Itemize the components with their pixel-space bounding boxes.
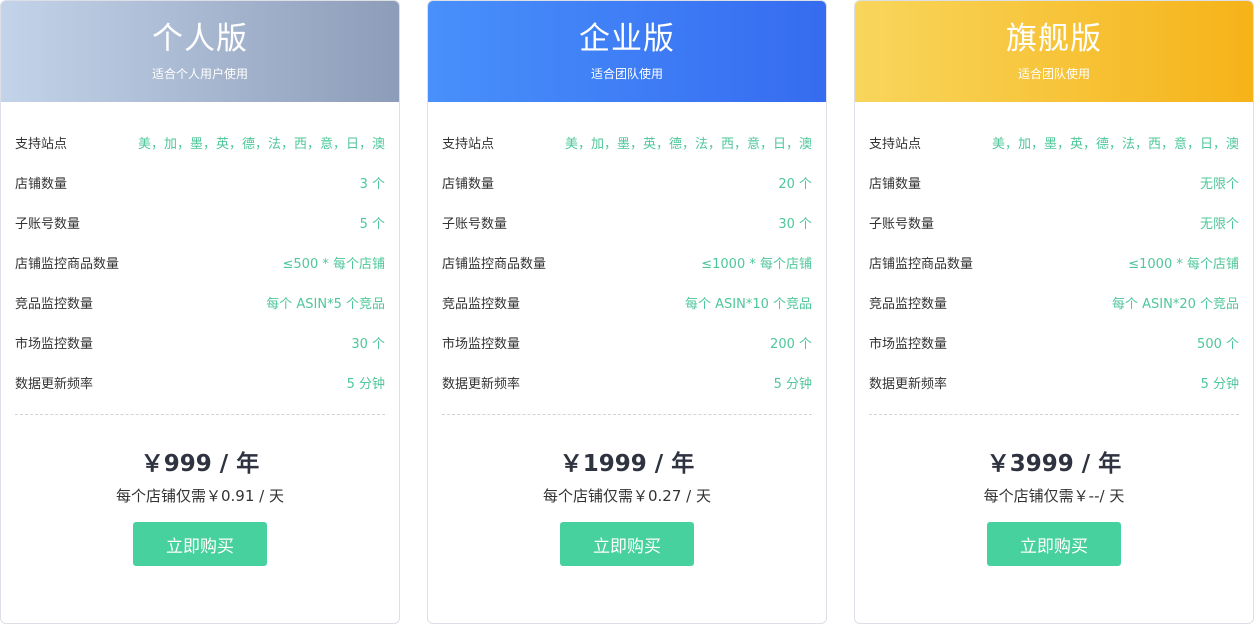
feature-label: 竞品监控数量 <box>15 296 94 312</box>
feature-label: 店铺监控商品数量 <box>15 256 120 272</box>
feature-value: 每个 ASIN*5 个竞品 <box>266 296 385 312</box>
feature-value: 20 个 <box>778 176 812 192</box>
feature-row: 店铺数量 20 个 <box>442 162 812 202</box>
dashed-divider <box>15 414 385 415</box>
feature-label: 市场监控数量 <box>442 336 521 352</box>
plan-subtitle: 适合个人用户使用 <box>151 67 248 81</box>
feature-label: 店铺数量 <box>869 176 922 192</box>
plan-price: ￥999 / 年 <box>140 451 260 477</box>
plan-card-enterprise: 企业版 适合团队使用 支持站点 美，加，墨，英，德，法，西，意，日，澳 店铺数量 2… <box>427 0 827 624</box>
plan-header: 旗舰版 适合团队使用 <box>855 1 1253 102</box>
plan-header: 个人版 适合个人用户使用 <box>1 1 399 102</box>
feature-label: 数据更新频率 <box>869 376 948 392</box>
feature-label: 支持站点 <box>15 136 68 152</box>
feature-label: 子账号数量 <box>869 216 935 232</box>
feature-row: 店铺数量 无限个 <box>869 162 1239 202</box>
buy-now-button[interactable]: 立即购买 <box>987 522 1121 566</box>
pricing-plans: 个人版 适合个人用户使用 支持站点 美，加，墨，英，德，法，西，意，日，澳 店铺数… <box>0 0 1254 624</box>
feature-value: ≤500 * 每个店铺 <box>282 256 385 272</box>
dashed-divider <box>442 414 812 415</box>
feature-value: 30 个 <box>778 216 812 232</box>
feature-label: 店铺监控商品数量 <box>869 256 974 272</box>
feature-row: 支持站点 美，加，墨，英，德，法，西，意，日，澳 <box>15 122 385 162</box>
buy-now-button[interactable]: 立即购买 <box>133 522 267 566</box>
plan-name: 企业版 <box>579 21 675 57</box>
feature-label: 支持站点 <box>869 136 922 152</box>
feature-value: 美，加，墨，英，德，法，西，意，日，澳 <box>991 136 1239 152</box>
feature-label: 市场监控数量 <box>869 336 948 352</box>
feature-row: 竞品监控数量 每个 ASIN*10 个竞品 <box>442 282 812 322</box>
feature-label: 市场监控数量 <box>15 336 94 352</box>
feature-row: 支持站点 美，加，墨，英，德，法，西，意，日，澳 <box>442 122 812 162</box>
feature-label: 数据更新频率 <box>442 376 521 392</box>
feature-row: 子账号数量 无限个 <box>869 202 1239 242</box>
feature-row: 数据更新频率 5 分钟 <box>15 362 385 402</box>
feature-value: 3 个 <box>359 176 385 192</box>
feature-value: 5 分钟 <box>346 376 385 392</box>
plan-subtitle: 适合团队使用 <box>1017 67 1090 81</box>
feature-row: 数据更新频率 5 分钟 <box>869 362 1239 402</box>
feature-label: 子账号数量 <box>442 216 508 232</box>
feature-row: 数据更新频率 5 分钟 <box>442 362 812 402</box>
feature-value: ≤1000 * 每个店铺 <box>701 256 812 272</box>
feature-row: 子账号数量 5 个 <box>15 202 385 242</box>
feature-row: 店铺监控商品数量 ≤1000 * 每个店铺 <box>442 242 812 282</box>
plan-price: ￥1999 / 年 <box>559 451 695 477</box>
feature-value: 美，加，墨，英，德，法，西，意，日，澳 <box>137 136 385 152</box>
feature-label: 店铺数量 <box>442 176 495 192</box>
feature-value: 5 分钟 <box>773 376 812 392</box>
feature-label: 竞品监控数量 <box>442 296 521 312</box>
feature-value: 无限个 <box>1199 216 1239 232</box>
feature-row: 竞品监控数量 每个 ASIN*20 个竞品 <box>869 282 1239 322</box>
feature-value: 30 个 <box>351 336 385 352</box>
daily-price: 每个店铺仅需￥--/ 天 <box>983 487 1125 505</box>
plan-card-flagship: 旗舰版 适合团队使用 支持站点 美，加，墨，英，德，法，西，意，日，澳 店铺数量无… <box>854 0 1254 624</box>
feature-list: 支持站点 美，加，墨，英，德，法，西，意，日，澳 店铺数量 无限个 子账号数量 无限个… <box>855 102 1253 414</box>
feature-label: 子账号数量 <box>15 216 81 232</box>
feature-row: 店铺数量 3 个 <box>15 162 385 202</box>
plan-name: 旗舰版 <box>1006 21 1102 57</box>
feature-value: 每个 ASIN*10 个竞品 <box>684 296 812 312</box>
feature-row: 子账号数量 30 个 <box>442 202 812 242</box>
feature-label: 支持站点 <box>442 136 495 152</box>
plan-name: 个人版 <box>152 21 248 57</box>
plan-price: ￥3999 / 年 <box>986 451 1122 477</box>
buy-now-button[interactable]: 立即购买 <box>560 522 694 566</box>
feature-label: 店铺监控商品数量 <box>442 256 547 272</box>
dashed-divider <box>869 414 1239 415</box>
feature-label: 数据更新频率 <box>15 376 94 392</box>
feature-value: 美，加，墨，英，德，法，西，意，日，澳 <box>564 136 812 152</box>
feature-row: 市场监控数量 500 个 <box>869 322 1239 362</box>
plan-subtitle: 适合团队使用 <box>590 67 663 81</box>
feature-value: 200 个 <box>770 336 812 352</box>
feature-row: 市场监控数量 200 个 <box>442 322 812 362</box>
feature-row: 支持站点 美，加，墨，英，德，法，西，意，日，澳 <box>869 122 1239 162</box>
feature-value: 每个 ASIN*20 个竞品 <box>1111 296 1239 312</box>
daily-price: 每个店铺仅需￥0.27 / 天 <box>543 487 711 505</box>
feature-row: 店铺监控商品数量 ≤1000 * 每个店铺 <box>869 242 1239 282</box>
feature-row: 竞品监控数量 每个 ASIN*5 个竞品 <box>15 282 385 322</box>
feature-value: 无限个 <box>1199 176 1239 192</box>
plan-card-personal: 个人版 适合个人用户使用 支持站点 美，加，墨，英，德，法，西，意，日，澳 店铺数… <box>0 0 400 624</box>
daily-price: 每个店铺仅需￥0.91 / 天 <box>116 487 284 505</box>
feature-label: 店铺数量 <box>15 176 68 192</box>
feature-row: 市场监控数量 30 个 <box>15 322 385 362</box>
plan-header: 企业版 适合团队使用 <box>428 1 826 102</box>
feature-value: 500 个 <box>1197 336 1239 352</box>
feature-list: 支持站点 美，加，墨，英，德，法，西，意，日，澳 店铺数量 3 个 子账号数量 5 个… <box>1 102 399 414</box>
feature-value: 5 分钟 <box>1200 376 1239 392</box>
feature-list: 支持站点 美，加，墨，英，德，法，西，意，日，澳 店铺数量 20 个 子账号数量 30… <box>428 102 826 414</box>
feature-value: ≤1000 * 每个店铺 <box>1128 256 1239 272</box>
feature-value: 5 个 <box>359 216 385 232</box>
feature-row: 店铺监控商品数量 ≤500 * 每个店铺 <box>15 242 385 282</box>
feature-label: 竞品监控数量 <box>869 296 948 312</box>
